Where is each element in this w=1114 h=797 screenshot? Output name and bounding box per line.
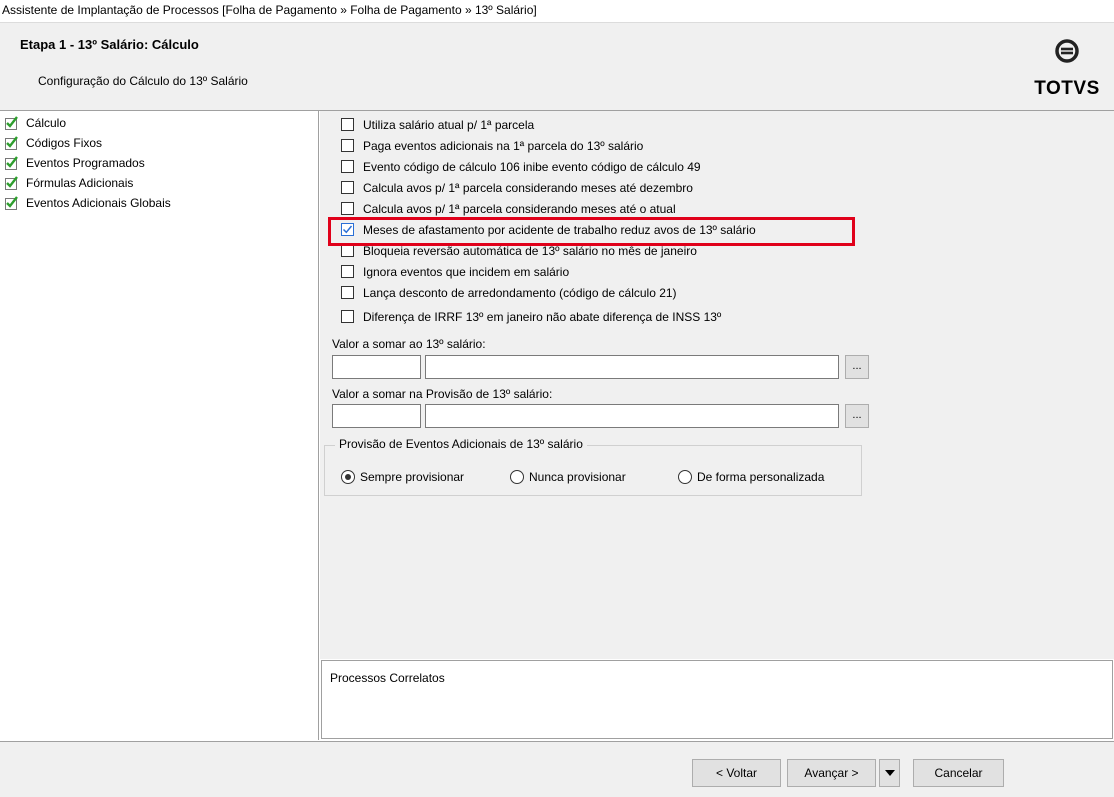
checkbox-box[interactable] [341, 265, 354, 278]
checkbox-box[interactable] [341, 139, 354, 152]
radio-label: Sempre provisionar [360, 470, 465, 484]
window-title: Assistente de Implantação de Processos [… [2, 3, 537, 17]
checkbox-label: Ignora eventos que incidem em salário [363, 265, 570, 279]
green-check-icon [5, 156, 18, 170]
checkbox-label: Calcula avos p/ 1ª parcela considerando … [363, 181, 693, 195]
checkbox-box[interactable] [341, 310, 354, 323]
green-check-icon [5, 176, 18, 190]
totvs-logo: TOTVS [1032, 37, 1102, 99]
valor-somar-label: Valor a somar ao 13º salário: [332, 337, 486, 351]
cancel-button[interactable]: Cancelar [913, 759, 1004, 787]
options-panel: Utiliza salário atual p/ 1ª parcela Paga… [320, 111, 1114, 659]
step-title: Etapa 1 - 13º Salário: Cálculo [20, 37, 199, 52]
processos-correlatos-title: Processos Correlatos [330, 671, 445, 685]
tree-item-label: Cálculo [26, 116, 67, 130]
checkbox-box[interactable] [341, 160, 354, 173]
checkbox-label: Paga eventos adicionais na 1ª parcela do… [363, 139, 644, 153]
processos-correlatos-panel: Processos Correlatos [321, 660, 1113, 739]
radio-dot[interactable] [510, 470, 524, 484]
totvs-logo-text: TOTVS [1034, 78, 1100, 99]
green-check-icon [5, 196, 18, 210]
steps-tree: Cálculo Códigos Fixos Eventos Programado… [0, 111, 319, 740]
next-dropdown-button[interactable] [879, 759, 900, 787]
checkbox-box[interactable] [341, 181, 354, 194]
chevron-down-icon [885, 770, 895, 776]
tree-item-label: Eventos Adicionais Globais [26, 196, 171, 210]
checkbox-label: Evento código de cálculo 106 inibe event… [363, 160, 701, 174]
step-subtitle: Configuração do Cálculo do 13º Salário [38, 74, 248, 88]
valor-provisao-label: Valor a somar na Provisão de 13º salário… [332, 387, 553, 401]
back-button[interactable]: < Voltar [692, 759, 781, 787]
radio-dot-selected[interactable] [341, 470, 355, 484]
checkbox-label: Diferença de IRRF 13º em janeiro não aba… [363, 310, 722, 324]
valor-somar-lookup-button[interactable]: ... [845, 355, 869, 379]
green-check-icon [5, 136, 18, 150]
tree-item-label: Eventos Programados [26, 156, 145, 170]
window-titlebar: Assistente de Implantação de Processos [… [0, 0, 1114, 23]
totvs-logo-icon [1055, 39, 1079, 63]
provisao-eventos-groupbox: Provisão de Eventos Adicionais de 13º sa… [324, 437, 862, 496]
highlight-annotation [328, 217, 855, 246]
radio-label: Nunca provisionar [529, 470, 626, 484]
checkbox-label: Bloqueia reversão automática de 13º salá… [363, 244, 697, 258]
checkbox-box[interactable] [341, 202, 354, 215]
radio-label: De forma personalizada [697, 470, 825, 484]
radio-dot[interactable] [678, 470, 692, 484]
groupbox-title: Provisão de Eventos Adicionais de 13º sa… [335, 437, 587, 451]
checkbox-label: Utiliza salário atual p/ 1ª parcela [363, 118, 535, 132]
valor-provisao-description-input[interactable] [425, 404, 839, 428]
checkbox-label: Lança desconto de arredondamento (código… [363, 286, 677, 300]
green-check-icon [5, 116, 18, 130]
valor-somar-description-input[interactable] [425, 355, 839, 379]
checkbox-box[interactable] [341, 286, 354, 299]
next-button[interactable]: Avançar > [787, 759, 876, 787]
valor-provisao-code-input[interactable] [332, 404, 421, 428]
valor-provisao-lookup-button[interactable]: ... [845, 404, 869, 428]
tree-item-label: Fórmulas Adicionais [26, 176, 134, 190]
wizard-header: Etapa 1 - 13º Salário: Cálculo Configura… [0, 23, 1114, 111]
checkbox-box[interactable] [341, 118, 354, 131]
wizard-footer: < Voltar Avançar > Cancelar [0, 741, 1114, 797]
valor-somar-code-input[interactable] [332, 355, 421, 379]
tree-item-label: Códigos Fixos [26, 136, 103, 150]
checkbox-label: Calcula avos p/ 1ª parcela considerando … [363, 202, 676, 216]
